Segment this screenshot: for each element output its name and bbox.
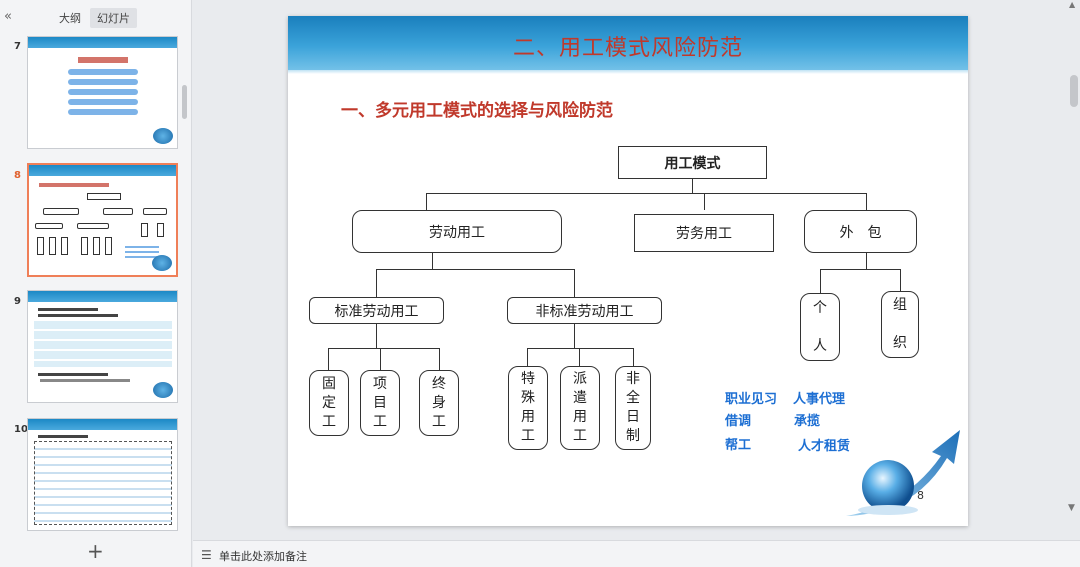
connector [579, 348, 580, 366]
connector [376, 269, 575, 270]
connector [380, 348, 381, 370]
node-root: 用工模式 [618, 146, 767, 179]
globe-arrow-decoration [846, 430, 960, 516]
form-personnel-agency: 人事代理 [793, 392, 846, 407]
connector [376, 324, 377, 348]
panel-scrollbar[interactable] [182, 85, 187, 119]
slides-panel: « 大纲 幻灯片 7 8 9 10 + [0, 0, 192, 567]
connector [527, 348, 634, 349]
node-service: 劳务用工 [634, 214, 774, 252]
slide-number-8: 8 [14, 170, 21, 181]
connector [376, 269, 377, 297]
node-individual: 个 人 [800, 293, 840, 361]
form-contracting: 承揽 [794, 414, 821, 429]
connector [439, 348, 440, 370]
add-slide-icon[interactable]: + [87, 541, 104, 561]
node-fixed-worker: 固 定 工 [309, 370, 349, 436]
slide-number-9: 9 [14, 296, 21, 307]
tab-slides[interactable]: 幻灯片 [90, 8, 137, 28]
slide-thumbnail-8[interactable] [27, 163, 178, 277]
node-special-employment: 特 殊 用 工 [508, 366, 548, 450]
connector [704, 193, 705, 210]
scroll-up-icon[interactable]: ▲ [1069, 0, 1075, 9]
connector [574, 269, 575, 297]
tab-outline[interactable]: 大纲 [52, 8, 88, 28]
connector [820, 269, 821, 293]
connector [426, 193, 427, 210]
connector [426, 193, 867, 194]
connector [820, 269, 901, 270]
connector [527, 348, 528, 366]
section-title: 一、多元用工模式的选择与风险防范 [341, 101, 613, 121]
node-lifetime-worker: 终 身 工 [419, 370, 459, 436]
connector [574, 324, 575, 349]
slide-number-7: 7 [14, 41, 21, 52]
scroll-down-icon[interactable]: ▼ [1068, 503, 1075, 513]
node-organization: 组 织 [881, 291, 919, 358]
node-part-time: 非 全 日 制 [615, 366, 651, 450]
connector [692, 178, 693, 194]
slide-canvas[interactable]: 二、用工模式风险防范 一、多元用工模式的选择与风险防范 用工模式 劳动用工 劳务… [288, 16, 968, 526]
collapse-panel-icon[interactable]: « [4, 9, 12, 24]
node-dispatch: 派 遣 用 工 [560, 366, 600, 450]
connector [866, 193, 867, 210]
slide-page-number: 8 [917, 489, 924, 502]
form-helper: 帮工 [725, 438, 752, 453]
slide-thumbnail-10[interactable] [27, 418, 178, 531]
node-nonstandard: 非标准劳动用工 [507, 297, 662, 324]
connector [633, 348, 634, 366]
form-internship: 职业见习 [725, 392, 778, 407]
connector [900, 269, 901, 291]
node-labor: 劳动用工 [352, 210, 562, 253]
slide-thumbnail-7[interactable] [27, 36, 178, 149]
notes-icon: ☰ [201, 548, 212, 562]
notes-bar[interactable]: ☰ 单击此处添加备注 [193, 540, 1080, 567]
connector [328, 348, 329, 370]
panel-tabs: 大纲 幻灯片 [52, 8, 137, 28]
node-outsourcing: 外 包 [804, 210, 917, 253]
vertical-scrollbar[interactable] [1070, 75, 1078, 107]
slide-title: 二、用工模式风险防范 [512, 36, 743, 61]
slide-number-10: 10 [14, 424, 28, 435]
slide-thumbnail-9[interactable] [27, 290, 178, 403]
node-standard: 标准劳动用工 [309, 297, 444, 324]
notes-placeholder[interactable]: 单击此处添加备注 [219, 548, 307, 564]
connector [866, 253, 867, 270]
connector [432, 253, 433, 269]
form-secondment: 借调 [725, 414, 752, 429]
connector [328, 348, 440, 349]
node-project-worker: 项 目 工 [360, 370, 400, 436]
